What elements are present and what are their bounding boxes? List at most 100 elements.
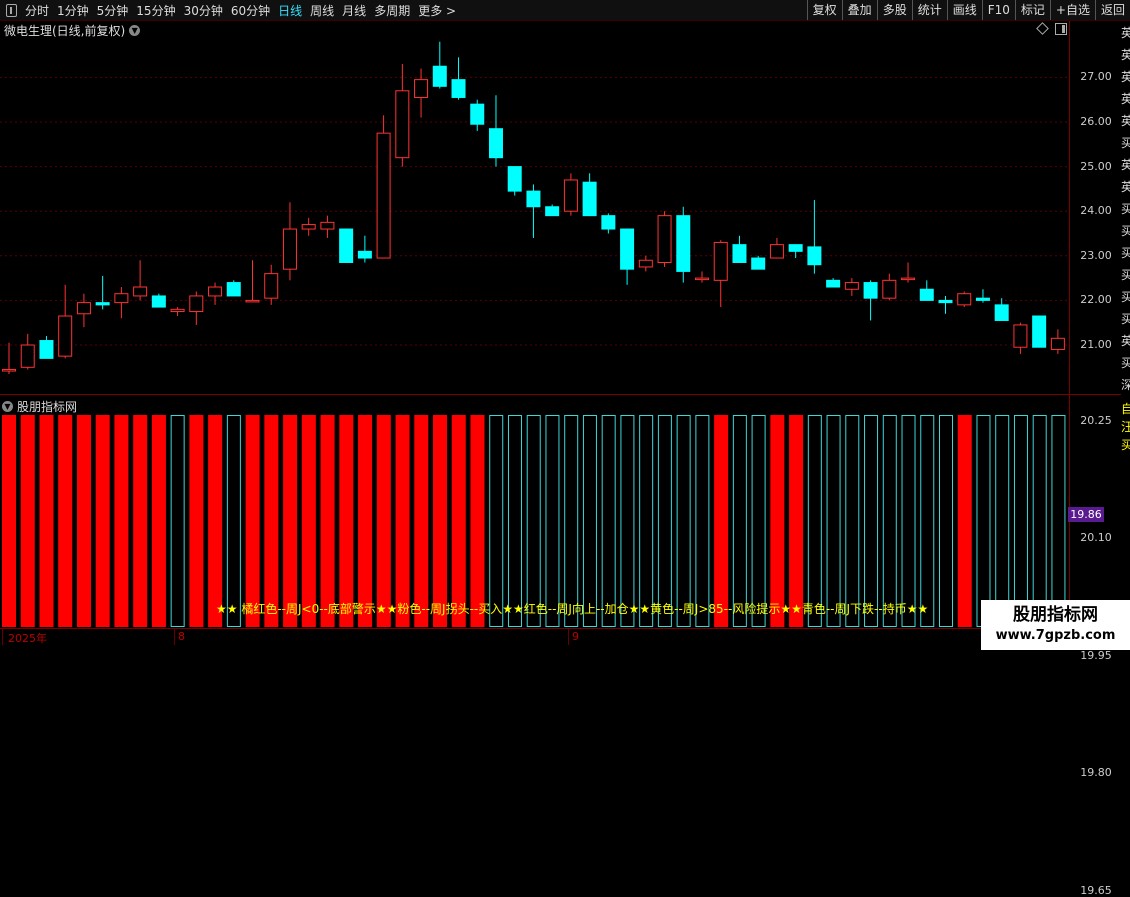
candle-up xyxy=(957,293,972,306)
indicator-bar-red xyxy=(245,415,260,627)
candle-up xyxy=(563,179,578,212)
candle-down xyxy=(488,128,503,159)
price-tick-label: 22.00 xyxy=(1080,293,1112,307)
candle-up xyxy=(264,273,279,299)
candle-up xyxy=(170,308,185,313)
indicator-bar-cyan xyxy=(901,415,916,627)
time-axis-tick xyxy=(174,629,175,645)
candle-up xyxy=(882,279,897,299)
indicator-bar-red xyxy=(339,415,354,627)
candle-down xyxy=(601,215,616,230)
indicator-bar-cyan xyxy=(170,415,185,627)
watermark: 股朋指标网 www.7gpzb.com xyxy=(981,600,1130,650)
indicator-bar-red xyxy=(789,415,804,627)
candle-down xyxy=(620,228,635,270)
indicator-bar-cyan xyxy=(995,415,1010,627)
candle-up xyxy=(76,302,91,315)
indicator-bar-red xyxy=(189,415,204,627)
price-tick-label: 23.00 xyxy=(1080,248,1112,262)
indicator-bar-red xyxy=(301,415,316,627)
candle-down xyxy=(432,65,447,87)
indicator-bar-cyan xyxy=(845,415,860,627)
indicator-bar-cyan xyxy=(826,415,841,627)
time-axis-tick xyxy=(568,629,569,645)
indicator-bar-cyan xyxy=(526,415,541,627)
candle-up xyxy=(320,221,335,230)
candle-down xyxy=(807,246,822,266)
candle-down xyxy=(451,79,466,98)
candle-up xyxy=(301,224,316,230)
candle-up xyxy=(58,315,73,357)
indicator-bar-cyan xyxy=(920,415,935,627)
indicator-bar-red xyxy=(264,415,279,627)
candle-down xyxy=(938,299,953,304)
indicator-tick-label: 20.10 xyxy=(1080,531,1112,545)
indicator-bar-cyan xyxy=(732,415,747,627)
indicator-bar-red xyxy=(395,415,410,627)
candle-up xyxy=(114,293,129,304)
toolbar-button-8[interactable]: 返回 xyxy=(1094,0,1130,20)
kline-chart[interactable] xyxy=(0,0,1069,629)
candle-down xyxy=(582,181,597,217)
indicator-bar-red xyxy=(20,415,35,627)
indicator-bar-red xyxy=(414,415,429,627)
candle-up xyxy=(695,277,710,281)
price-tick-label: 24.00 xyxy=(1080,204,1112,218)
indicator-bar-cyan xyxy=(507,415,522,627)
candle-down xyxy=(994,304,1009,321)
price-axis-line xyxy=(1069,21,1070,629)
indicator-bar-cyan xyxy=(807,415,822,627)
indicator-legend-text: ★★ 橘红色--周J<0--底部警示★★粉色--周J拐头--买入★★红色--周J… xyxy=(216,602,929,616)
candle-up xyxy=(901,277,916,281)
candle-down xyxy=(826,279,841,288)
candle-down xyxy=(357,250,372,259)
candle-down xyxy=(863,282,878,299)
indicator-bar-red xyxy=(283,415,298,627)
candle-up xyxy=(282,228,297,270)
indicator-bar-cyan xyxy=(864,415,879,627)
candle-down xyxy=(470,103,485,125)
candle-up xyxy=(1050,337,1065,350)
time-axis-tick xyxy=(2,629,3,645)
candle-up xyxy=(2,369,16,372)
candle-down xyxy=(545,206,560,217)
candle-up xyxy=(769,244,784,259)
candle-down xyxy=(732,244,747,263)
right-edge-text-bottom: 自汪买 xyxy=(1121,400,1130,590)
indicator-bar-cyan xyxy=(939,415,953,627)
indicator-bar-red xyxy=(770,415,785,627)
indicator-tick-label: 20.25 xyxy=(1080,414,1112,427)
indicator-tick-label: 19.80 xyxy=(1080,766,1112,780)
candle-up xyxy=(657,215,672,263)
candle-down xyxy=(339,228,354,263)
indicator-bar-red xyxy=(114,415,129,627)
indicator-bar-red xyxy=(208,415,223,627)
indicator-bar-cyan xyxy=(564,415,579,627)
indicator-bar-red xyxy=(58,415,73,627)
candle-down xyxy=(39,340,54,359)
current-value-badge: 19.86 xyxy=(1068,507,1104,522)
candle-up xyxy=(20,344,35,368)
indicator-bar-cyan xyxy=(882,415,897,627)
candle-up xyxy=(189,295,204,313)
candle-up xyxy=(638,259,653,268)
indicator-bar-cyan xyxy=(676,415,691,627)
candle-up xyxy=(395,90,410,159)
indicator-bar-red xyxy=(451,415,466,627)
indicator-bar-cyan xyxy=(620,415,635,627)
candle-down xyxy=(507,166,522,192)
candle-up xyxy=(1013,324,1028,348)
time-axis-label: 8 xyxy=(178,630,185,643)
indicator-bar-cyan xyxy=(639,415,654,627)
watermark-title: 股朋指标网 xyxy=(1013,605,1098,625)
indicator-bar-cyan xyxy=(657,415,672,627)
candle-up xyxy=(414,79,429,98)
indicator-tick-label: 19.65 xyxy=(1080,883,1112,897)
candle-up xyxy=(208,286,223,297)
indicator-bar-red xyxy=(957,415,972,627)
candle-down xyxy=(226,282,241,297)
indicator-bar-red xyxy=(376,415,391,627)
indicator-bar-cyan xyxy=(976,415,991,627)
indicator-bar-cyan xyxy=(601,415,616,627)
time-axis-label: 2025年 xyxy=(8,632,47,645)
